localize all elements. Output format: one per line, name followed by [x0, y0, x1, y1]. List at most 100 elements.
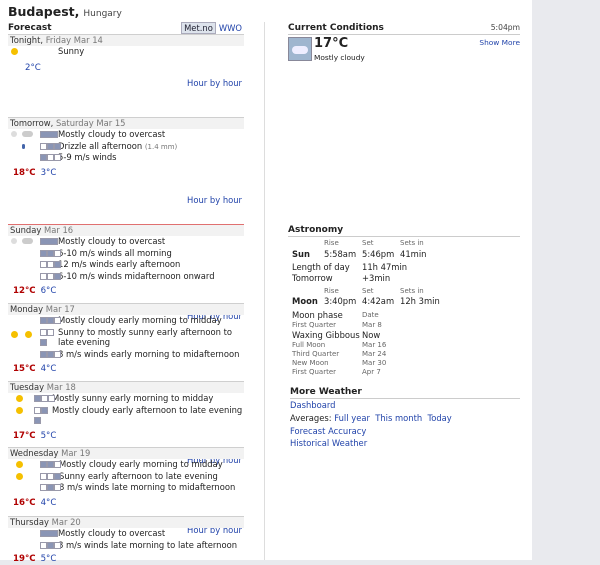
forecast-line: Sunny [8, 46, 244, 58]
phase-name: New Moon [292, 359, 329, 367]
forecast-line: Mostly cloudy early afternoon to late ev… [8, 405, 244, 427]
sun-icon [11, 330, 18, 338]
condition-text: Sunny early afternoon to late evening [59, 470, 218, 481]
moon-phase-label: Moon phase [292, 310, 343, 320]
source-wwo-tab[interactable]: WWO [219, 23, 242, 33]
sun-icon [16, 406, 23, 414]
low-temp: 6°C [40, 286, 57, 296]
historical-weather-link[interactable]: Historical Weather [290, 438, 367, 448]
sets-in-label: Sets in [400, 239, 424, 247]
moon-sets-in: 12h 3min [400, 296, 440, 306]
averages-full-year-link[interactable]: Full year [334, 413, 370, 423]
temps: 15°C 4°C [8, 362, 244, 374]
dashboard-link[interactable]: Dashboard [290, 400, 335, 410]
high-temp: 19°C [13, 554, 36, 564]
phase-name: Third Quarter [292, 350, 340, 358]
cloud-cover-bar [40, 461, 61, 468]
forecast-line: Mostly cloudy early morning to midday [8, 459, 244, 471]
forecast-line: Sunny early afternoon to late evening [8, 471, 244, 483]
low-temp: 5°C [40, 554, 57, 564]
sets-in-label: Sets in [400, 287, 424, 295]
condition-text: 8 m/s winds late morning to midafternoon [59, 482, 236, 492]
averages-today-link[interactable]: Today [428, 413, 452, 423]
forecast-day-monday: Monday Mar 17 Mostly cloudy early mornin… [8, 303, 244, 374]
day-date: Mar 20 [51, 517, 81, 527]
show-more-link[interactable]: Show More [479, 38, 520, 47]
cloud-cover-bar [40, 131, 58, 138]
forecast-line: 8 m/s winds late morning to midafternoon [8, 482, 244, 494]
day-name: Sunday [10, 225, 42, 235]
forecast-day-tuesday: Tuesday Mar 18 Mostly sunny early mornin… [8, 381, 244, 465]
current-conditions-title: Current Conditions [288, 23, 384, 33]
forecast-panel: Forecast Met.no WWO Tonight, Friday Mar 1… [8, 22, 244, 564]
high-temp: 16°C [13, 497, 36, 508]
wind-bar [40, 249, 61, 257]
wind-bar [40, 350, 61, 358]
condition-text: Mostly cloudy early morning to midday [59, 459, 223, 469]
low-temp: 5°C [40, 430, 57, 441]
day-heading: Thursday Mar 20 [8, 516, 244, 528]
day-name: Tonight, [10, 35, 44, 45]
moonset-time: 4:42am [362, 296, 395, 306]
hour-by-hour-link[interactable]: Hour by hour [187, 195, 242, 205]
day-date: Mar 19 [61, 448, 91, 458]
averages-this-month-link[interactable]: This month [375, 413, 422, 423]
wind-bar [40, 541, 61, 549]
dashboard-row: Dashboard [290, 400, 335, 410]
forecast-day-wednesday: Wednesday Mar 19 Mostly cloudy early mor… [8, 447, 244, 535]
current-conditions-header: Current Conditions 5:04pm [288, 22, 520, 35]
phase-date: Apr 7 [362, 368, 381, 376]
moonrise-time: 3:40pm [324, 296, 357, 306]
precip-amount: (1.4 mm) [144, 142, 178, 151]
phase-date: Mar 30 [362, 359, 387, 367]
rise-label: Rise [324, 287, 339, 295]
day-heading: Tuesday Mar 18 [8, 381, 244, 393]
column-divider [264, 22, 265, 560]
forecast-line: 6-10 m/s winds midafternoon onward [8, 271, 244, 283]
temps: 17°C 5°C [8, 429, 244, 441]
cloud-cover-bar [40, 530, 58, 537]
hour-by-hour-link[interactable]: Hour by hour [187, 78, 242, 88]
phase-name: First Quarter [292, 368, 336, 376]
forecast-line: Mostly cloudy early morning to midday [8, 315, 244, 327]
tomorrow-label: Tomorrow [292, 273, 333, 283]
condition-text: Sunny to mostly sunny early afternoon to… [58, 326, 232, 348]
condition-text: Mostly cloudy early afternoon to late ev… [52, 404, 243, 415]
averages-row: Averages: Full year This month Today [290, 413, 452, 423]
sunrise-time: 5:58am [324, 249, 357, 259]
high-temp: 17°C [13, 430, 36, 441]
condition-text: 8 m/s winds late morning to late afterno… [58, 539, 238, 550]
set-label: Set [362, 239, 374, 247]
phase-date-current: Now [362, 330, 381, 340]
forecast-accuracy-link[interactable]: Forecast Accuracy [290, 426, 366, 436]
day-heading: Wednesday Mar 19 [8, 447, 244, 459]
sun-row: Rise Set Sets in Sun 5:58am 5:46pm 41min [288, 239, 520, 259]
day-heading: Sunday Mar 16 [8, 224, 244, 236]
sun-icon [16, 395, 23, 402]
source-metno-tab[interactable]: Met.no [181, 22, 216, 34]
country-name: Hungary [83, 9, 122, 19]
accuracy-row: Forecast Accuracy [290, 426, 366, 436]
phase-date: Mar 8 [362, 321, 382, 329]
forecast-line: Sunny to mostly sunny early afternoon to… [8, 327, 244, 349]
more-weather-panel: More Weather Dashboard Averages: Full ye… [290, 386, 520, 448]
condition-text: 6-10 m/s winds midafternoon onward [58, 270, 215, 281]
temps: 2°C [8, 61, 244, 73]
day-date: Saturday Mar 15 [55, 118, 126, 128]
more-weather-header: More Weather [290, 386, 520, 399]
right-gutter [532, 0, 600, 560]
day-heading: Tomorrow, Saturday Mar 15 [8, 117, 244, 129]
day-heading: Tonight, Friday Mar 14 [8, 34, 244, 46]
condition-text: 6-10 m/s winds all morning [58, 247, 172, 258]
cloud-icon [22, 131, 33, 137]
phase-date: Mar 16 [362, 341, 387, 349]
day-name: Thursday [10, 517, 49, 527]
averages-label: Averages: [290, 413, 332, 423]
day-date: Mar 16 [44, 225, 74, 235]
low-temp: 2°C [25, 62, 41, 73]
current-conditions-panel: Current Conditions 5:04pm 17°C Mostly clo… [288, 22, 520, 62]
temps: 12°C 6°C [8, 284, 244, 296]
day-length-value: 11h 47min [362, 262, 408, 272]
sun-icon [11, 48, 18, 55]
precip-bar [40, 142, 61, 150]
